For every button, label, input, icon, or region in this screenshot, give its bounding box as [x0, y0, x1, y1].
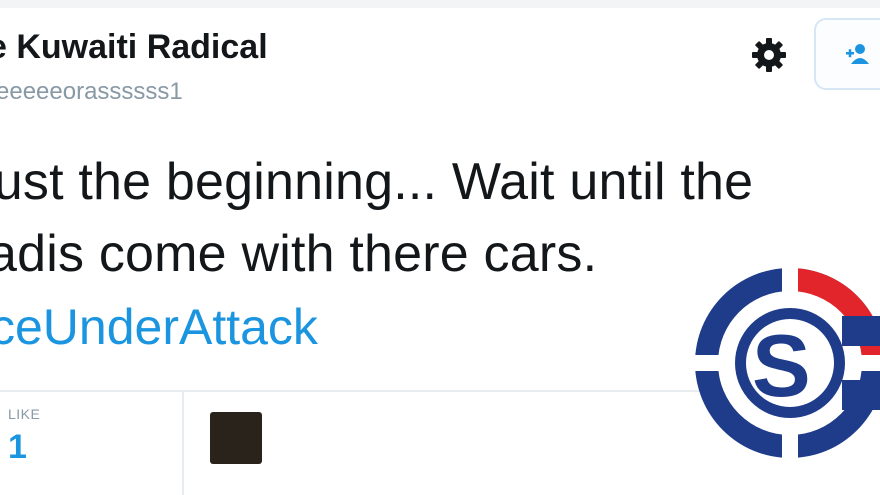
display-name[interactable]: e Kuwaiti Radical: [0, 28, 268, 67]
tweet-text-line-1: just the beginning... Wait until the: [0, 153, 754, 211]
user-handle[interactable]: eeeeeorassssss1: [0, 78, 183, 106]
svg-text:S: S: [752, 316, 811, 415]
likes-stat[interactable]: LIKE 1: [0, 392, 184, 495]
gear-icon[interactable]: [748, 34, 790, 76]
likes-label: LIKE: [8, 406, 41, 422]
follow-button[interactable]: [814, 18, 880, 90]
likes-count: 1: [8, 428, 27, 466]
follow-user-icon: [844, 42, 874, 71]
liker-avatar[interactable]: [210, 412, 262, 464]
top-separator: [0, 0, 880, 8]
si-logo: S: [690, 256, 880, 476]
tweet-text-line-2: adis come with there cars.: [0, 225, 598, 283]
hashtag-link[interactable]: ceUnderAttack: [0, 298, 318, 356]
